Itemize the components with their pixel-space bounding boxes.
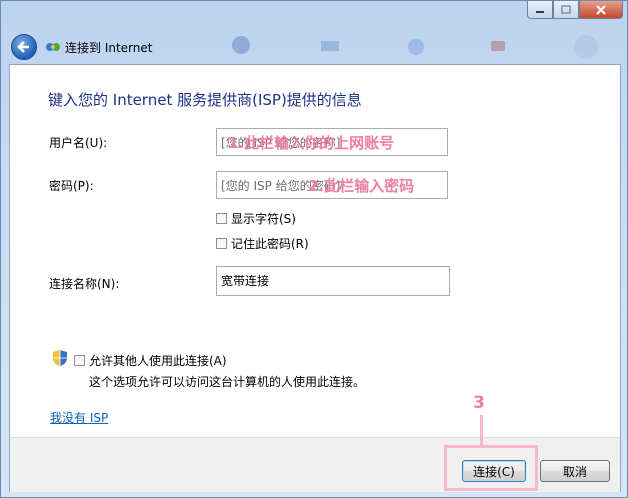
remember-password-checkbox[interactable]: 记住此密码(R): [216, 235, 309, 252]
no-isp-link[interactable]: 我没有 ISP: [50, 409, 108, 426]
remember-password-label: 记住此密码(R): [231, 237, 309, 251]
show-chars-label: 显示字符(S): [231, 212, 296, 226]
username-label: 用户名(U):: [49, 136, 108, 150]
allow-others-label: 允许其他人使用此连接(A): [89, 354, 227, 368]
page-heading: 键入您的 Internet 服务提供商(ISP)提供的信息: [48, 91, 362, 109]
allow-others-description: 这个选项允许可以访问这台计算机的人使用此连接。: [89, 375, 366, 389]
cancel-button[interactable]: 取消: [540, 460, 610, 482]
password-annotation: 2.此栏输入密码: [308, 177, 415, 195]
step-3-annotation: 3: [473, 393, 485, 413]
back-arrow-icon: [17, 41, 29, 53]
step-3-pointer: [480, 415, 483, 445]
show-chars-checkbox[interactable]: 显示字符(S): [216, 210, 296, 227]
network-connection-icon: [46, 43, 60, 51]
connection-name-label: 连接名称(N):: [49, 277, 120, 291]
password-label: 密码(P):: [49, 179, 94, 193]
nav-title: 连接到 Internet: [65, 41, 153, 55]
connection-name-value: 宽带连接: [221, 274, 270, 288]
dialog-window: 连接到 Internet 键入您的 Internet 服务提供商(ISP)提供的…: [0, 0, 628, 498]
connection-name-field[interactable]: 宽带连接: [216, 266, 450, 296]
checkbox-box: [74, 355, 85, 366]
checkbox-box: [216, 213, 227, 224]
back-button[interactable]: [11, 34, 37, 60]
connect-highlight-box: [444, 445, 538, 491]
content-area: 键入您的 Internet 服务提供商(ISP)提供的信息 用户名(U): [您…: [9, 64, 621, 492]
allow-others-checkbox[interactable]: 允许其他人使用此连接(A): [74, 352, 227, 369]
cancel-button-label: 取消: [562, 464, 587, 479]
checkbox-box: [216, 238, 227, 249]
username-annotation: 1.此栏输入你的上网账号: [228, 134, 395, 152]
uac-shield-icon: [53, 350, 67, 366]
navigation-bar: 连接到 Internet: [7, 31, 623, 63]
